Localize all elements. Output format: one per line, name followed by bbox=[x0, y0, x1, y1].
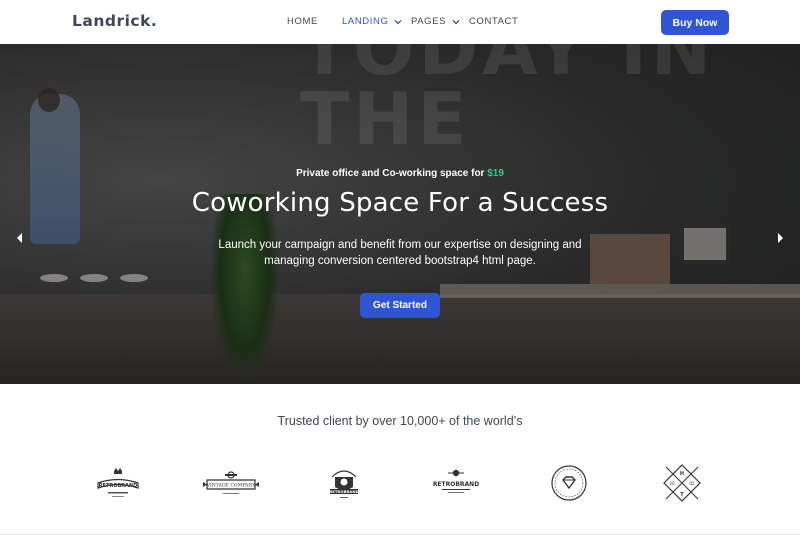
crossed-arrows-diamond-logo-icon: H T 20 02 bbox=[663, 464, 701, 502]
client-logo-name: RETROBRAND bbox=[329, 489, 358, 494]
top-navbar: Landrick. HOME LANDING PAGES CONTACT Buy… bbox=[0, 0, 800, 44]
hero-slider: TODAY IN THE Private office and Co-worki… bbox=[0, 44, 800, 384]
hero-subtitle-text: Private office and Co-working space for bbox=[296, 168, 488, 179]
client-logo: RETROBRAND bbox=[314, 463, 374, 503]
star-banner-logo-icon: RETROBRAND bbox=[433, 469, 479, 493]
crown-badge-logo-icon: RETROBRAND bbox=[97, 468, 139, 497]
section-divider bbox=[0, 534, 800, 535]
nav-item-home[interactable]: HOME bbox=[287, 16, 318, 27]
hero-subtitle-price: $19 bbox=[487, 168, 504, 179]
svg-text:02: 02 bbox=[689, 481, 695, 486]
client-logo-name: VINTAGE COMPANY bbox=[206, 483, 257, 489]
svg-text:H: H bbox=[680, 471, 684, 477]
hero-background-wall-text: TODAY IN THE bbox=[300, 44, 716, 161]
diamond-circle-logo-icon bbox=[551, 465, 587, 501]
client-logo: RETROBRAND bbox=[426, 463, 486, 503]
hero-background-plant bbox=[210, 194, 280, 384]
hero-title: Coworking Space For a Success bbox=[191, 188, 609, 218]
hero-background-frame bbox=[680, 224, 730, 264]
hero-background-stool bbox=[40, 274, 68, 282]
hero-background-desk bbox=[440, 284, 800, 298]
clients-section-title: Trusted client by over 10,000+ of the wo… bbox=[277, 414, 523, 428]
chevron-down-icon bbox=[452, 19, 460, 24]
buy-now-button[interactable]: Buy Now bbox=[661, 10, 729, 35]
client-logo: H T 20 02 bbox=[652, 463, 712, 503]
hero-background-shelf bbox=[590, 234, 670, 284]
hero-subtitle: Private office and Co-working space for … bbox=[0, 168, 800, 179]
get-started-button[interactable]: Get Started bbox=[360, 293, 440, 318]
client-logo-name: RETROBRAND bbox=[99, 483, 138, 489]
nav-item-pages[interactable]: PAGES bbox=[411, 16, 461, 27]
shield-emblem-logo-icon: RETROBRAND bbox=[329, 470, 359, 498]
nav-item-label: HOME bbox=[287, 16, 318, 27]
hero-background-stool bbox=[120, 274, 148, 282]
client-logo-name: RETROBRAND bbox=[433, 481, 479, 488]
nav-item-label: PAGES bbox=[411, 16, 447, 27]
slider-next-arrow-icon[interactable] bbox=[774, 232, 786, 244]
hero-background-head bbox=[38, 88, 60, 112]
nav-item-contact[interactable]: CONTACT bbox=[469, 16, 518, 27]
client-logo: RETROBRAND bbox=[88, 463, 148, 503]
client-logo bbox=[539, 463, 599, 503]
client-logo: VINTAGE COMPANY bbox=[201, 463, 261, 503]
svg-text:20: 20 bbox=[669, 481, 675, 486]
chevron-down-icon bbox=[394, 19, 402, 24]
hero-background-stool bbox=[80, 274, 108, 282]
slider-prev-arrow-icon[interactable] bbox=[14, 232, 26, 244]
nav-item-landing[interactable]: LANDING bbox=[342, 16, 403, 27]
nav-item-label: CONTACT bbox=[469, 16, 519, 27]
ribbon-banner-logo-icon: VINTAGE COMPANY bbox=[203, 471, 259, 494]
nav-item-label: LANDING bbox=[342, 16, 389, 27]
hero-description: Launch your campaign and benefit from ou… bbox=[218, 239, 582, 267]
svg-text:T: T bbox=[680, 492, 684, 498]
